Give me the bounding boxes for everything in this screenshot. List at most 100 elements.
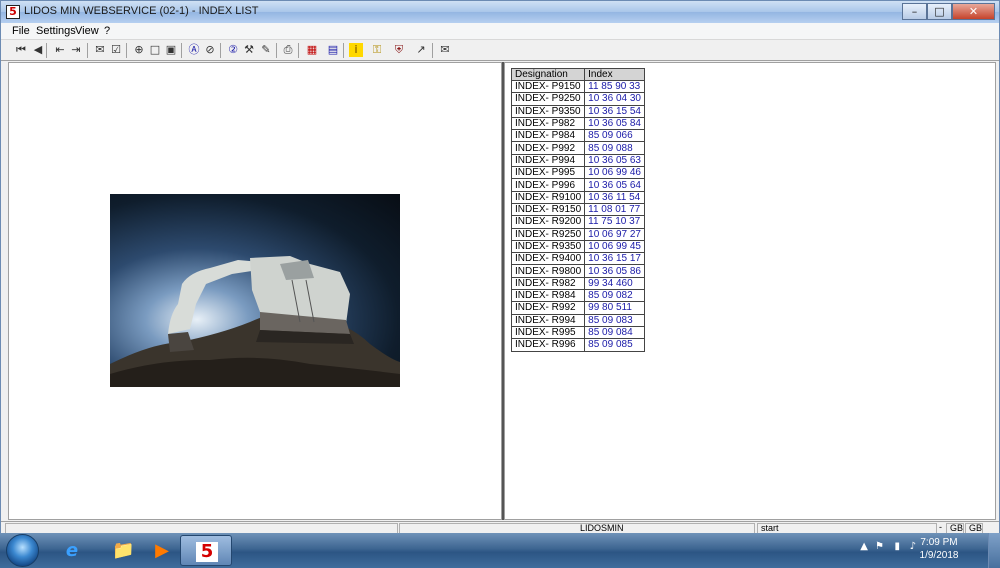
app-window: 5 LIDOS MIN WEBSERVICE (02-1) - INDEX LI… (0, 0, 1000, 534)
menu-file[interactable]: File (12, 25, 30, 37)
table-row: INDEX- P9250 10 36 04 30 (510, 92, 645, 106)
taskbar-explorer-icon: 📁 (112, 540, 135, 561)
index-link-cell[interactable]: 10 36 15 17 (584, 252, 645, 266)
key-icon[interactable]: ⚿ (370, 43, 384, 57)
taskbar-ie-button[interactable]: e (46, 535, 98, 566)
grid-icon[interactable]: ▦ (305, 43, 319, 57)
index-link-cell[interactable]: 10 36 04 30 (584, 92, 645, 106)
title-bar[interactable]: 5 LIDOS MIN WEBSERVICE (02-1) - INDEX LI… (1, 1, 999, 23)
table-row: INDEX- R9100 10 36 11 54 (510, 190, 645, 204)
menu-settings[interactable]: Settings (36, 25, 76, 37)
clock-date[interactable]: 1/9/2018 (914, 550, 964, 561)
index-link-cell[interactable]: 10 36 05 84 (584, 116, 645, 131)
checklist-icon[interactable]: ☑ (109, 43, 123, 57)
table-row: INDEX- P996 10 36 05 64 (510, 178, 645, 192)
index-link-cell[interactable]: 10 36 05 86 (584, 264, 645, 278)
index-link-cell[interactable]: 11 08 01 77 (584, 202, 645, 217)
info-icon[interactable]: i (349, 43, 363, 57)
index-table: Designation Index INDEX- P9150 11 85 90 3… (510, 68, 645, 352)
taskbar: e 📁 ▶ 5 ▲ ⚑ ▮ ♪ 7:09 PM 1/9/2018 (0, 533, 1000, 568)
index-link-cell[interactable]: 99 34 460 (584, 276, 645, 291)
message-icon[interactable]: ✉ (438, 43, 452, 57)
index-link-cell[interactable]: 10 06 99 46 (584, 166, 645, 180)
index-link-cell[interactable]: 11 85 90 33 (584, 79, 645, 94)
table-row: INDEX- R994 85 09 083 (510, 313, 645, 327)
index-link-cell[interactable]: 11 75 10 37 (584, 215, 645, 229)
designation-cell: INDEX- R992 (510, 301, 586, 315)
index-link-cell[interactable]: 85 09 082 (584, 289, 645, 303)
close-button[interactable]: ✕ (952, 3, 995, 20)
toolbar-separator (46, 43, 47, 58)
menu-view[interactable]: View (75, 25, 99, 37)
table-row: INDEX- R9800 10 36 05 86 (510, 264, 645, 278)
chart-icon[interactable]: ↗ (414, 43, 428, 57)
designation-cell: INDEX- R9400 (510, 252, 586, 266)
mail-icon[interactable]: ✉ (93, 43, 107, 57)
tray-expand-icon[interactable]: ▲ (860, 541, 868, 552)
taskbar-lidos-icon: 5 (196, 542, 218, 562)
table-row: INDEX- R995 85 09 084 (510, 325, 645, 340)
menu-help[interactable]: ? (104, 25, 110, 37)
index-link-cell[interactable]: 85 09 085 (584, 338, 645, 352)
excavator-illustration (110, 256, 400, 387)
toolbar: ⏮ ◀ ⇤ ⇥ ✉ ☑ ⊕ □ ▣ Ⓐ ⊘ ② ⚒ ✎ ⎙ ▦ ▤ i ⚿ ⛨ ↗ ✉ (1, 39, 999, 61)
clock-time[interactable]: 7:09 PM (914, 537, 964, 548)
menu-bar: File Settings View ? (1, 23, 999, 39)
designation-cell: INDEX- R984 (510, 289, 586, 303)
table-row: INDEX- R992 99 80 511 (510, 301, 645, 315)
table-icon[interactable]: ▤ (326, 43, 340, 57)
table-row: INDEX- R9200 11 75 10 37 (510, 215, 645, 229)
edit-icon[interactable]: ✎ (259, 43, 273, 57)
page-icon[interactable]: □ (148, 43, 162, 57)
page-fit-icon[interactable]: ▣ (164, 43, 178, 57)
image-pane (8, 62, 502, 520)
shield-icon[interactable]: ⛨ (392, 43, 406, 57)
help-icon[interactable]: ② (226, 43, 240, 57)
table-row: INDEX- P992 85 09 088 (510, 141, 645, 155)
print-icon[interactable]: ⎙ (281, 43, 295, 57)
minimize-button[interactable]: – (902, 3, 927, 20)
index-link-cell[interactable]: 10 36 11 54 (584, 190, 645, 204)
index-link-cell[interactable]: 85 09 084 (584, 325, 645, 340)
show-desktop-button[interactable] (988, 533, 1000, 568)
index-link-cell[interactable]: 99 80 511 (584, 301, 645, 315)
search-clear-icon[interactable]: ⊘ (203, 43, 217, 57)
designation-cell: INDEX- R9200 (510, 215, 586, 229)
table-row: INDEX- R982 99 34 460 (510, 276, 645, 291)
tray-battery-icon[interactable]: ▮ (894, 541, 900, 552)
taskbar-lidos-button[interactable]: 5 (180, 535, 232, 566)
maximize-button[interactable]: □ (927, 3, 952, 20)
index-link-cell[interactable]: 10 36 05 63 (584, 153, 645, 168)
window-title: LIDOS MIN WEBSERVICE (02-1) - INDEX LIST (24, 5, 259, 17)
prev-page-icon[interactable]: ◀ (31, 43, 45, 57)
index-table-body: INDEX- P9150 11 85 90 33 INDEX- P9250 10 36… (510, 79, 645, 352)
designation-cell: INDEX- R9350 (510, 239, 586, 254)
table-row: INDEX- P9350 10 36 15 54 (510, 104, 645, 118)
taskbar-media-player-icon: ▶ (155, 540, 169, 561)
index-link-cell[interactable]: 10 06 97 27 (584, 227, 645, 241)
index-header[interactable]: Index (584, 68, 645, 81)
table-row: INDEX- R9150 11 08 01 77 (510, 202, 645, 217)
forward-icon[interactable]: ⇥ (69, 43, 83, 57)
index-link-cell[interactable]: 85 09 083 (584, 313, 645, 327)
tools-icon[interactable]: ⚒ (242, 43, 256, 57)
tray-flag-icon[interactable]: ⚑ (875, 541, 884, 552)
table-row: INDEX- P982 10 36 05 84 (510, 116, 645, 131)
index-link-cell[interactable]: 85 09 088 (584, 141, 645, 155)
zoom-icon[interactable]: ⊕ (132, 43, 146, 57)
index-link-cell[interactable]: 10 36 05 64 (584, 178, 645, 192)
designation-header[interactable]: Designation (510, 68, 586, 81)
toolbar-separator (181, 43, 182, 58)
toolbar-separator (87, 43, 88, 58)
table-row: INDEX- R984 85 09 082 (510, 289, 645, 303)
start-button[interactable] (6, 534, 39, 567)
app-icon[interactable]: 5 (6, 5, 20, 19)
first-page-icon[interactable]: ⏮ (14, 43, 28, 57)
index-link-cell[interactable]: 10 36 15 54 (584, 104, 645, 118)
designation-cell: INDEX- R9150 (510, 202, 586, 217)
search-a-icon[interactable]: Ⓐ (187, 43, 201, 57)
index-link-cell[interactable]: 10 06 99 45 (584, 239, 645, 254)
back-icon[interactable]: ⇤ (53, 43, 67, 57)
index-link-cell[interactable]: 85 09 066 (584, 129, 645, 143)
taskbar-ie-icon: e (65, 540, 79, 561)
